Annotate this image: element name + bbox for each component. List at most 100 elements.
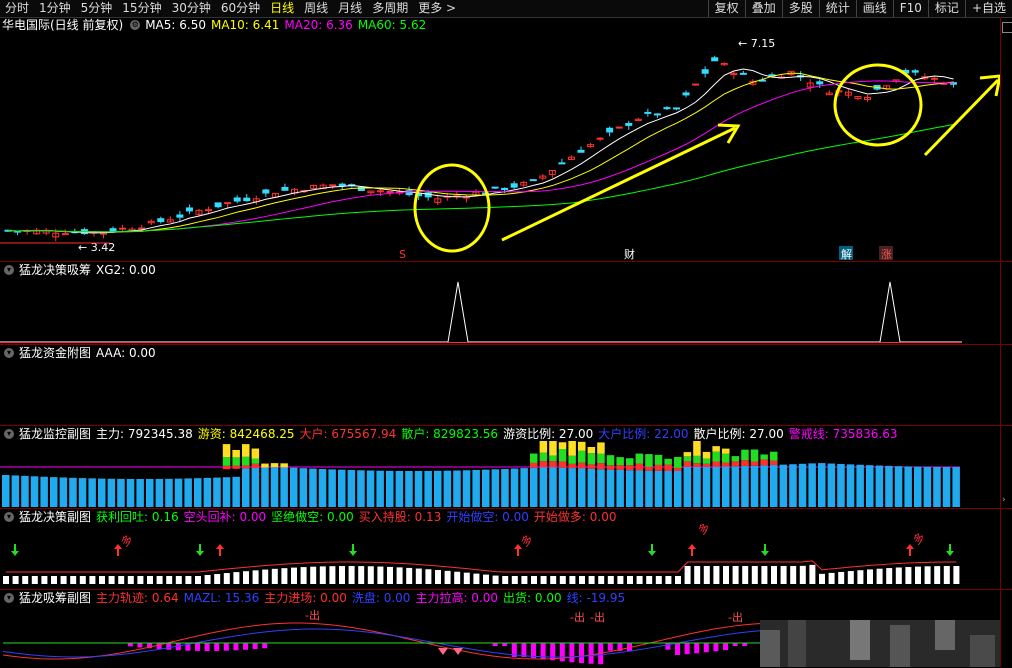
- candle-body: [233, 197, 241, 202]
- candle-body: [329, 184, 337, 187]
- period-tab[interactable]: 5分钟: [76, 0, 118, 17]
- bar-main: [194, 478, 202, 507]
- toolbar-action-button[interactable]: 统计: [818, 0, 856, 17]
- buy-label: 多: [910, 530, 927, 548]
- bar-main: [126, 478, 135, 507]
- bar-main: [222, 477, 231, 507]
- toolbar-action-button[interactable]: 标记: [927, 0, 965, 17]
- settings-icon[interactable]: ⚙: [130, 20, 141, 30]
- exit-label: -出: [728, 610, 743, 624]
- absorb-bar: [243, 643, 248, 650]
- period-tab[interactable]: 1分钟: [34, 0, 76, 17]
- period-tab[interactable]: 月线: [333, 0, 367, 17]
- bar-main: [2, 475, 10, 507]
- decision-bar: [463, 572, 470, 584]
- candle-body: [510, 183, 518, 188]
- toolbar-action-button[interactable]: 叠加: [744, 0, 782, 17]
- decision-bar: [636, 576, 643, 584]
- absorb-bar: [713, 643, 719, 652]
- decision-bar: [127, 576, 134, 584]
- event-marker: 财: [624, 247, 635, 261]
- bar-large: [683, 461, 692, 467]
- bar-retail: [741, 449, 749, 461]
- period-tab[interactable]: 更多 >: [413, 0, 461, 17]
- bar-main: [78, 478, 87, 507]
- collapse-icon[interactable]: ▾: [4, 265, 14, 275]
- bar-hot: [712, 446, 720, 452]
- bar-main: [626, 470, 634, 507]
- absorb-bar: [262, 643, 268, 649]
- bar-large: [232, 465, 240, 469]
- period-tab[interactable]: 15分钟: [117, 0, 166, 17]
- candle-body: [625, 123, 633, 126]
- period-tab[interactable]: 日线: [265, 0, 299, 17]
- decision-bar: [377, 566, 384, 584]
- decision-panel-title: 猛龙决策副图: [19, 510, 92, 524]
- decision-bar: [703, 566, 710, 584]
- collapse-icon[interactable]: ▾: [4, 512, 14, 522]
- toolbar-action-button[interactable]: +自选: [964, 0, 1012, 17]
- bar-main: [568, 468, 576, 507]
- decision-bar: [60, 576, 67, 584]
- xg-signal-chart[interactable]: [0, 278, 1000, 344]
- bar-main: [136, 478, 144, 507]
- decision-bar: [569, 576, 576, 584]
- collapse-icon[interactable]: ▾: [4, 348, 14, 358]
- bar-main: [146, 478, 154, 507]
- bar-large: [587, 464, 596, 469]
- bar-main: [405, 470, 413, 507]
- period-tab[interactable]: 分时: [0, 0, 34, 17]
- toolbar-action-button[interactable]: 画线: [855, 0, 893, 17]
- toolbar-action-button[interactable]: 复权: [707, 0, 745, 17]
- toolbar-action-button[interactable]: 多股: [781, 0, 819, 17]
- bar-retail: [683, 456, 692, 462]
- aaa-value: AAA: 0.00: [96, 346, 156, 360]
- decision-bar: [444, 570, 451, 584]
- bar-main: [530, 467, 538, 507]
- monitor-bar-chart[interactable]: [0, 441, 1000, 507]
- signal-arrowhead: [761, 551, 769, 556]
- decision-bar: [473, 573, 480, 584]
- signal-arrowhead: [11, 551, 19, 556]
- candle-body: [596, 137, 604, 140]
- period-tab[interactable]: 60分钟: [216, 0, 265, 17]
- absorb-bar: [588, 643, 594, 664]
- stock-title: 华电国际(日线 前复权): [2, 18, 124, 32]
- candlestick-chart[interactable]: ← 7.15← 3.42S 财解涨: [0, 33, 1000, 261]
- bar-main: [683, 466, 692, 507]
- bar-large: [539, 461, 548, 468]
- decision-bar: [492, 575, 499, 584]
- toolbar-action-button[interactable]: F10: [892, 0, 928, 17]
- bar-hot: [558, 442, 567, 450]
- bar-retail: [731, 456, 740, 462]
- annotation-arrowhead: [979, 74, 1000, 97]
- candle-body: [491, 186, 499, 189]
- bar-large: [750, 461, 759, 466]
- absorb-bar: [703, 643, 709, 653]
- bar-large: [242, 465, 250, 469]
- aaa-panel: ▾ 猛龙资金附图 AAA: 0.00: [0, 344, 1012, 425]
- legend-value: 线: -19.95: [566, 591, 626, 605]
- legend-value: 警戒线: 735836.63: [788, 427, 898, 441]
- period-tab[interactable]: 30分钟: [167, 0, 216, 17]
- legend-value: MA5: 6.50: [145, 18, 206, 32]
- period-tab[interactable]: 多周期: [367, 0, 413, 17]
- collapse-icon[interactable]: ▾: [4, 593, 14, 603]
- decision-bar: [319, 566, 326, 584]
- legend-value: 空头回补: 0.00: [183, 510, 267, 524]
- panel-toggle-icon[interactable]: [1002, 22, 1012, 33]
- decision-legend: 获利回吐: 0.16 空头回补: 0.00 坚绝做空: 0.00 买入持股: 0.13…: [96, 509, 621, 525]
- collapse-icon[interactable]: ▾: [4, 429, 14, 439]
- scroll-arrow-icon[interactable]: ›: [1002, 495, 1006, 505]
- decision-chart[interactable]: 多多多多: [0, 524, 1000, 588]
- period-tab[interactable]: 周线: [299, 0, 333, 17]
- bar-retail: [222, 457, 231, 466]
- bar-main: [424, 470, 432, 507]
- decision-bar: [204, 575, 211, 584]
- bar-hot: [683, 452, 692, 457]
- decision-bar: [137, 576, 144, 584]
- legend-value: 散户: 829823.56: [401, 427, 499, 441]
- legend-value: 游资比例: 27.00: [503, 427, 594, 441]
- bar-main: [645, 470, 653, 507]
- bar-retail: [587, 453, 596, 465]
